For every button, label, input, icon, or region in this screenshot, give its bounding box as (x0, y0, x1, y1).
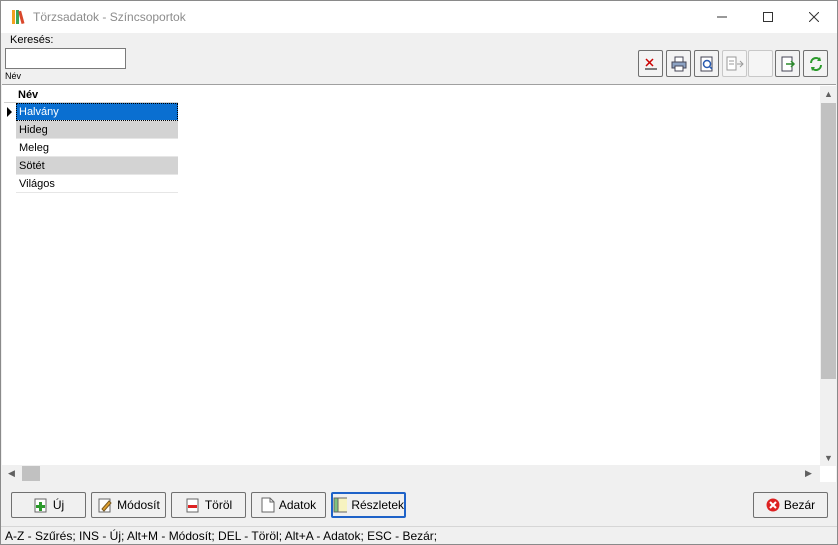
modify-button-label: Módosít (117, 498, 160, 512)
document-icon (261, 497, 275, 513)
delete-button[interactable]: Töröl (171, 492, 246, 518)
edit-icon (98, 498, 112, 513)
data-button[interactable]: Adatok (251, 492, 326, 518)
table-row[interactable]: Meleg (4, 139, 178, 157)
clear-filter-button[interactable] (638, 50, 663, 77)
column-header-name[interactable]: Név (4, 88, 178, 103)
print-preview-button[interactable] (694, 50, 719, 77)
row-cell[interactable]: Meleg (16, 139, 178, 157)
blank-toolbar-button[interactable] (748, 50, 773, 77)
export-arrow-icon (781, 56, 795, 71)
export-button[interactable] (775, 50, 800, 77)
row-cell[interactable]: Hideg (16, 121, 178, 139)
scroll-up-icon[interactable]: ▲ (824, 89, 833, 99)
horizontal-scrollbar[interactable]: ◀ ▶ (2, 465, 820, 482)
close-icon (809, 12, 819, 22)
print-preview-icon (700, 56, 713, 71)
export-doc-icon (726, 56, 744, 70)
row-cell[interactable]: Sötét (16, 157, 178, 175)
refresh-icon (809, 56, 822, 71)
close-window-button[interactable] (791, 1, 837, 33)
table-row[interactable]: Világos (4, 175, 178, 193)
vertical-scroll-thumb[interactable] (821, 103, 836, 379)
scroll-right-icon[interactable]: ▶ (805, 468, 812, 479)
delete-button-label: Töröl (204, 498, 233, 512)
new-button-label: Új (52, 498, 65, 512)
row-cell[interactable]: Halvány (16, 103, 178, 121)
maximize-button[interactable] (745, 1, 791, 33)
clear-filter-icon (644, 57, 657, 69)
export-doc-button[interactable] (722, 50, 747, 77)
details-button-label: Részletek (351, 498, 404, 512)
status-bar: A-Z - Szűrés; INS - Új; Alt+M - Módosít;… (1, 526, 837, 544)
search-label: Keresés: (10, 34, 54, 46)
data-grid-area[interactable]: Név Halvány Hideg Meleg Sötét Világos ▲ … (2, 84, 837, 482)
minimize-button[interactable] (699, 1, 745, 33)
window-title: Törzsadatok - Színcsoportok (33, 10, 186, 24)
data-grid[interactable]: Név Halvány Hideg Meleg Sötét Világos (4, 88, 178, 193)
new-icon (34, 498, 47, 513)
close-button[interactable]: Bezár (753, 492, 828, 518)
table-row[interactable]: Halvány (4, 103, 178, 121)
details-button[interactable]: Részletek (331, 492, 406, 518)
scroll-left-icon[interactable]: ◀ (8, 468, 15, 479)
details-icon (333, 497, 348, 513)
scroll-down-icon[interactable]: ▼ (824, 453, 833, 463)
table-row[interactable]: Hideg (4, 121, 178, 139)
refresh-button[interactable] (803, 50, 828, 77)
maximize-icon (763, 12, 773, 22)
books-app-icon (11, 9, 27, 25)
search-input[interactable] (5, 48, 126, 69)
delete-icon (186, 498, 199, 513)
modify-button[interactable]: Módosít (91, 492, 166, 518)
close-red-x-icon (766, 498, 780, 512)
current-row-marker-icon (7, 107, 12, 117)
row-cell[interactable]: Világos (16, 175, 178, 193)
app-window: Törzsadatok - Színcsoportok Keresés: Név (0, 0, 838, 545)
horizontal-scroll-thumb[interactable] (22, 466, 40, 481)
close-button-label: Bezár (783, 498, 816, 512)
table-row[interactable]: Sötét (4, 157, 178, 175)
data-button-label: Adatok (278, 498, 317, 512)
print-button[interactable] (666, 50, 691, 77)
vertical-scrollbar[interactable]: ▲ ▼ (820, 86, 837, 466)
minimize-icon (717, 16, 727, 18)
search-field-label: Név (5, 71, 22, 81)
title-bar: Törzsadatok - Színcsoportok (1, 1, 837, 33)
new-button[interactable]: Új (11, 492, 86, 518)
print-icon (671, 56, 686, 71)
